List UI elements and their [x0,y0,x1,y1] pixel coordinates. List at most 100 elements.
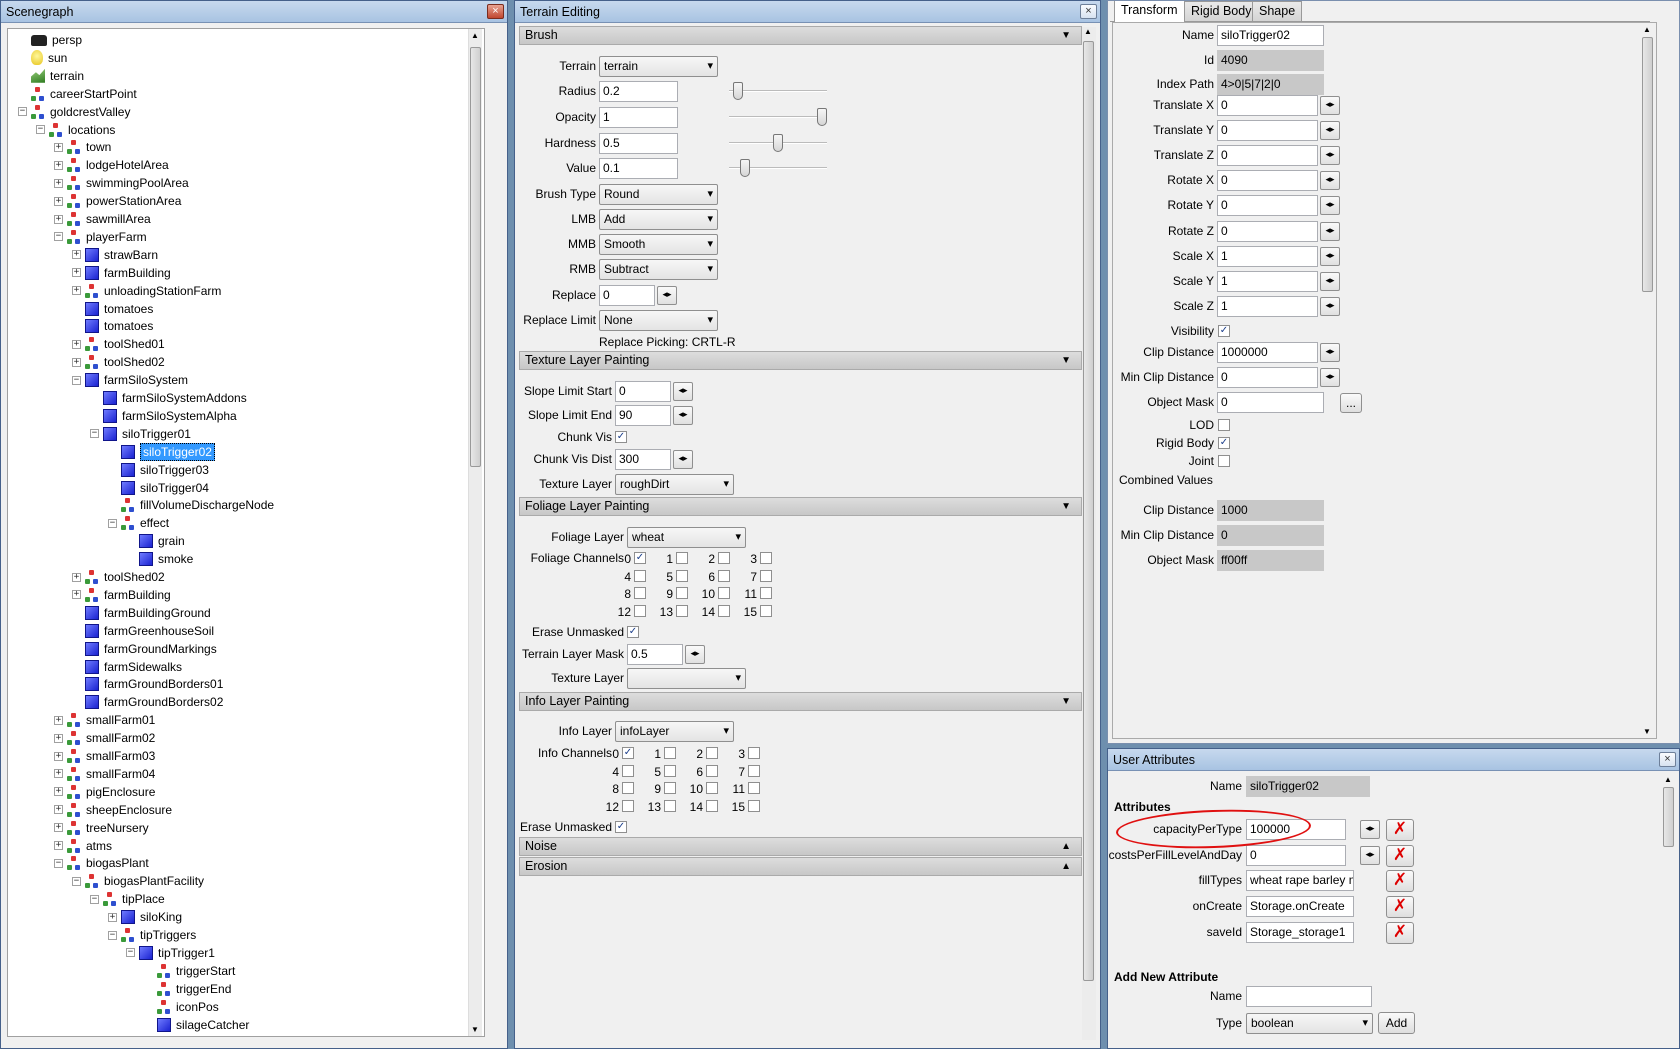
lod-checkbox[interactable] [1218,419,1230,431]
tree-row[interactable]: + smallFarm01 [54,711,155,729]
terrain-layer-mask-input[interactable]: 0.5 [627,644,683,665]
collapse-icon[interactable]: − [90,894,99,904]
tree-row[interactable]: − biogasPlant [54,854,149,872]
tree-row[interactable]: farmGroundBorders01 [72,675,223,693]
chunk-vis-checkbox[interactable]: ✓ [615,431,627,443]
chunk-vis-dist-spin-icon[interactable]: ◂▸ [673,450,693,469]
channel-checkbox[interactable] [676,552,688,564]
scroll-up-icon[interactable]: ▲ [1084,27,1092,36]
expand-icon[interactable]: + [54,769,63,779]
channel-checkbox[interactable] [760,587,772,599]
clip-distance-input[interactable]: 1000000 [1217,342,1318,363]
terrain-layer-mask-spin-icon[interactable]: ◂▸ [685,645,705,664]
tree-row[interactable]: + toolShed02 [72,353,165,371]
channel-checkbox[interactable] [706,799,718,812]
foliage-erase-checkbox[interactable]: ✓ [627,626,639,638]
tree-row[interactable]: triggerStart [144,962,235,980]
tree-row[interactable]: careerStartPoint [18,85,137,103]
user-attribute-spin-icon[interactable]: ◂▸ [1360,820,1380,839]
collapse-arrow-icon[interactable]: ▼ [1061,27,1071,44]
scroll-up-icon[interactable]: ▲ [471,31,479,40]
tree-row[interactable]: farmSiloSystemAlpha [90,407,237,425]
user-attribute-spin-icon[interactable]: ◂▸ [1360,845,1380,865]
tree-row[interactable]: − tipTrigger1 [126,944,215,962]
tree-row[interactable]: triggerEnd [144,980,231,998]
transform-spin-icon[interactable]: ◂▸ [1320,146,1340,166]
channel-checkbox[interactable] [634,569,646,582]
transform-field-input[interactable]: 1 [1217,295,1318,317]
channel-checkbox[interactable]: ✓ [634,552,646,564]
new-attribute-type-select[interactable]: boolean [1246,1013,1373,1034]
transform-field-input[interactable]: siloTrigger02 [1217,25,1324,46]
object-mask-edit-button[interactable]: ... [1340,393,1362,413]
mmb-select[interactable]: Smooth [599,234,718,255]
channel-checkbox[interactable] [676,587,688,599]
tree-row[interactable]: − effect [108,514,169,532]
channel-checkbox[interactable] [760,604,772,617]
tree-row[interactable]: + smallFarm03 [54,747,155,765]
collapse-icon[interactable]: − [18,107,27,117]
transform-spin-icon[interactable]: ◂▸ [1320,196,1340,216]
section-noise[interactable]: Noise ▲ [519,837,1082,856]
foliage-texture-layer-select[interactable] [627,668,746,689]
channel-checkbox[interactable] [718,569,730,582]
collapse-icon[interactable]: − [90,429,99,439]
tree-row[interactable]: siloTrigger03 [108,461,209,479]
radius-slider[interactable] [729,81,827,101]
tree-row[interactable]: + strawBarn [72,246,158,264]
user-attribute-input[interactable]: Storage_storage1 [1246,921,1354,943]
collapse-icon[interactable]: − [108,518,117,528]
channel-checkbox[interactable] [748,799,760,812]
user-attributes-close-icon[interactable]: × [1659,752,1676,767]
terrain-select[interactable]: terrain [599,56,718,77]
section-erosion[interactable]: Erosion ▲ [519,857,1082,876]
tree-row[interactable]: + lodgeHotelArea [54,156,169,174]
expand-icon[interactable]: + [54,142,63,152]
slider-knob[interactable] [773,134,783,152]
slope-end-spin-icon[interactable]: ◂▸ [673,406,693,425]
channel-checkbox[interactable] [676,569,688,582]
expand-icon[interactable]: + [72,572,81,582]
tree-row[interactable]: sun [18,49,67,67]
brush-type-select[interactable]: Round [599,184,718,205]
expand-icon[interactable]: + [72,357,81,367]
tree-row[interactable]: farmGroundMarkings [72,640,217,658]
tree-row[interactable]: + atms [54,837,112,855]
replace-limit-select[interactable]: None [599,310,718,331]
tree-row[interactable]: persp [18,31,82,49]
rmb-select[interactable]: Subtract [599,259,718,280]
terrain-scroll-thumb[interactable] [1083,41,1094,981]
collapse-icon[interactable]: − [126,948,135,958]
channel-checkbox[interactable] [760,569,772,582]
info-erase-checkbox[interactable]: ✓ [615,821,627,833]
section-texture-layer[interactable]: Texture Layer Painting ▼ [519,351,1082,370]
tree-row[interactable]: farmBuildingGround [72,604,211,622]
radius-input[interactable]: 0.2 [599,81,678,102]
expand-icon[interactable]: + [54,178,63,188]
transform-field-input[interactable]: 0 [1217,220,1318,242]
channel-checkbox[interactable] [706,782,718,794]
tree-row[interactable]: − goldcrestValley [18,103,130,121]
tab-rigid-body[interactable]: Rigid Body [1184,1,1259,21]
expand-icon[interactable]: + [54,751,63,761]
channel-checkbox[interactable] [706,764,718,777]
tree-row[interactable]: farmGroundBorders02 [72,693,223,711]
tree-row[interactable]: + siloKing [108,908,182,926]
tab-shape[interactable]: Shape [1252,1,1303,21]
add-attribute-button[interactable]: Add [1378,1012,1415,1034]
tree-row[interactable]: + sawmillArea [54,210,151,228]
expand-icon[interactable]: + [54,733,63,743]
tree-row[interactable]: + farmBuilding [72,264,171,282]
expand-icon[interactable]: + [54,787,63,797]
value-slider[interactable] [729,158,827,178]
collapse-icon[interactable]: − [54,858,63,868]
transform-field-input[interactable]: 0 [1217,145,1318,167]
channel-checkbox[interactable] [622,782,634,794]
hardness-input[interactable]: 0.5 [599,133,678,154]
replace-input[interactable]: 0 [599,285,655,306]
transform-spin-icon[interactable]: ◂▸ [1320,171,1340,191]
slider-knob[interactable] [817,108,827,126]
rigid-body-checkbox[interactable]: ✓ [1218,437,1230,449]
expand-icon[interactable]: + [108,912,117,922]
channel-checkbox[interactable] [676,604,688,617]
